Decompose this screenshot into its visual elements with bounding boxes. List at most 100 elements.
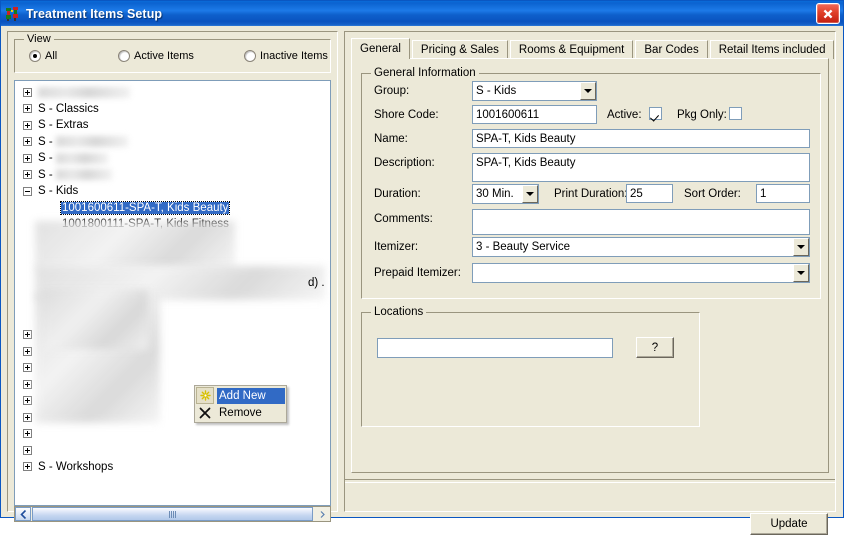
locations-help-button[interactable]: ? xyxy=(636,337,674,358)
expander-icon[interactable] xyxy=(23,363,32,373)
tree-node-kids-beauty[interactable]: 1001600611-SPA-T, Kids Beauty xyxy=(15,200,330,217)
general-information-groupbox: General Information Group: S - Kids Shor… xyxy=(361,67,821,299)
scrollbar-grip-icon xyxy=(168,510,177,518)
tree-node-label: S - Workshops xyxy=(38,460,114,473)
chevron-right-icon[interactable] xyxy=(314,507,330,521)
expander-icon[interactable] xyxy=(23,170,32,180)
comments-input[interactable] xyxy=(472,209,810,235)
expander-icon[interactable] xyxy=(23,462,32,472)
tree-node[interactable]: S - Extras xyxy=(15,117,330,134)
tab-strip: General Pricing & Sales Rooms & Equipmen… xyxy=(351,38,835,59)
scrollbar-thumb[interactable] xyxy=(32,507,313,521)
tree-node[interactable]: S - xyxy=(15,150,330,167)
expander-icon[interactable] xyxy=(23,379,32,389)
title-bar: Treatment Items Setup xyxy=(1,1,843,26)
tab-label: Rooms & Equipment xyxy=(518,44,625,56)
tab-label: Pricing & Sales xyxy=(420,44,499,56)
radio-indicator xyxy=(244,50,256,62)
expander-icon[interactable] xyxy=(23,396,32,406)
menu-item-remove[interactable]: Remove xyxy=(196,404,285,421)
radio-label: All xyxy=(45,50,58,62)
expander-icon[interactable] xyxy=(23,412,32,422)
chevron-left-icon[interactable] xyxy=(15,507,31,521)
tree-node[interactable] xyxy=(15,360,330,377)
expander-icon[interactable] xyxy=(23,445,32,455)
tree-node-redacted-block[interactable] xyxy=(15,233,330,327)
tab-bar-codes[interactable]: Bar Codes xyxy=(635,40,708,59)
menu-item-add-new[interactable]: Add New xyxy=(196,387,285,404)
shore-code-input[interactable]: 1001600611 xyxy=(472,105,597,124)
group-label: Group: xyxy=(374,85,410,97)
tree-node-kids[interactable]: S - Kids xyxy=(15,183,330,200)
tree-node-label: S - xyxy=(37,169,113,181)
print-duration-label: Print Duration: xyxy=(554,188,628,200)
active-label: Active: xyxy=(607,109,642,121)
tab-rooms-and-equipment[interactable]: Rooms & Equipment xyxy=(509,40,634,59)
pkg-only-checkbox[interactable] xyxy=(729,107,742,120)
locations-input[interactable] xyxy=(377,338,613,358)
expander-icon[interactable] xyxy=(23,120,32,130)
radio-view-all[interactable]: All xyxy=(29,50,57,62)
treatment-items-tree[interactable]: S - Classics S - Extras S - S - S - S - … xyxy=(14,80,331,506)
tab-pricing-and-sales[interactable]: Pricing & Sales xyxy=(411,40,508,59)
tab-retail-items-included[interactable]: Retail Items included xyxy=(709,40,835,59)
people-icon xyxy=(5,6,21,22)
tree-node-label: S - xyxy=(37,152,109,164)
tree-node[interactable] xyxy=(15,327,330,344)
expander-icon[interactable] xyxy=(23,137,32,147)
expander-icon[interactable] xyxy=(23,153,32,163)
description-label: Description: xyxy=(374,157,435,169)
asterisk-icon xyxy=(196,387,214,404)
pkg-only-label: Pkg Only: xyxy=(677,109,727,121)
radio-label: Active Items xyxy=(134,50,194,62)
description-input[interactable]: SPA-T, Kids Beauty xyxy=(472,153,810,182)
active-checkbox[interactable] xyxy=(649,107,662,120)
prepaid-itemizer-combobox[interactable] xyxy=(472,263,810,283)
tree-node[interactable] xyxy=(15,442,330,459)
sort-order-label: Sort Order: xyxy=(684,188,741,200)
print-duration-input[interactable]: 25 xyxy=(626,184,673,203)
name-input[interactable]: SPA-T, Kids Beauty xyxy=(472,129,810,148)
itemizer-value: 3 - Beauty Service xyxy=(476,241,570,253)
chevron-down-icon[interactable] xyxy=(793,264,809,282)
radio-view-active-items[interactable]: Active Items xyxy=(118,50,194,62)
chevron-down-icon[interactable] xyxy=(522,185,538,203)
itemizer-combobox[interactable]: 3 - Beauty Service xyxy=(472,237,810,257)
tree-node[interactable] xyxy=(15,426,330,443)
tree-node-label: S - Kids xyxy=(38,185,79,198)
group-combobox[interactable]: S - Kids xyxy=(472,81,597,101)
tree-node[interactable] xyxy=(15,343,330,360)
expander-icon[interactable] xyxy=(23,87,32,97)
expander-icon[interactable] xyxy=(23,330,32,340)
tab-label: General xyxy=(360,43,401,55)
expander-icon[interactable] xyxy=(23,346,32,356)
tree-context-menu: Add New Remove xyxy=(194,385,287,423)
locations-legend: Locations xyxy=(371,306,427,318)
tab-general[interactable]: General xyxy=(351,38,410,59)
radio-indicator xyxy=(118,50,130,62)
client-area: View All Active Items Inactive Items S -… xyxy=(1,26,843,535)
treatment-items-setup-window: Treatment Items Setup View All Active It… xyxy=(0,0,844,535)
tree-node-workshops[interactable]: S - Workshops xyxy=(15,459,330,476)
tree-horizontal-scrollbar[interactable] xyxy=(14,506,331,522)
expander-icon[interactable] xyxy=(23,104,32,114)
tree-node-kids-fitness[interactable]: 1001800111-SPA-T, Kids Fitness xyxy=(15,216,330,233)
leaf-connector-icon xyxy=(47,220,56,229)
collapser-icon[interactable] xyxy=(23,186,32,196)
window-title: Treatment Items Setup xyxy=(26,6,163,21)
tree-node[interactable]: S - xyxy=(15,134,330,151)
duration-combobox[interactable]: 30 Min. xyxy=(472,184,539,204)
update-button[interactable]: Update xyxy=(750,513,828,535)
tree-node[interactable]: S - Classics xyxy=(15,101,330,118)
expander-icon[interactable] xyxy=(23,429,32,439)
close-icon[interactable] xyxy=(816,3,840,24)
radio-view-inactive-items[interactable]: Inactive Items xyxy=(244,50,328,62)
view-groupbox-label: View xyxy=(24,33,54,45)
duration-value: 30 Min. xyxy=(476,188,514,200)
chevron-down-icon[interactable] xyxy=(580,82,596,100)
sort-order-input[interactable]: 1 xyxy=(756,184,810,203)
tree-node[interactable]: S - xyxy=(15,167,330,184)
tab-label: Retail Items included xyxy=(718,44,826,56)
chevron-down-icon[interactable] xyxy=(793,238,809,256)
tree-node[interactable] xyxy=(15,84,330,101)
